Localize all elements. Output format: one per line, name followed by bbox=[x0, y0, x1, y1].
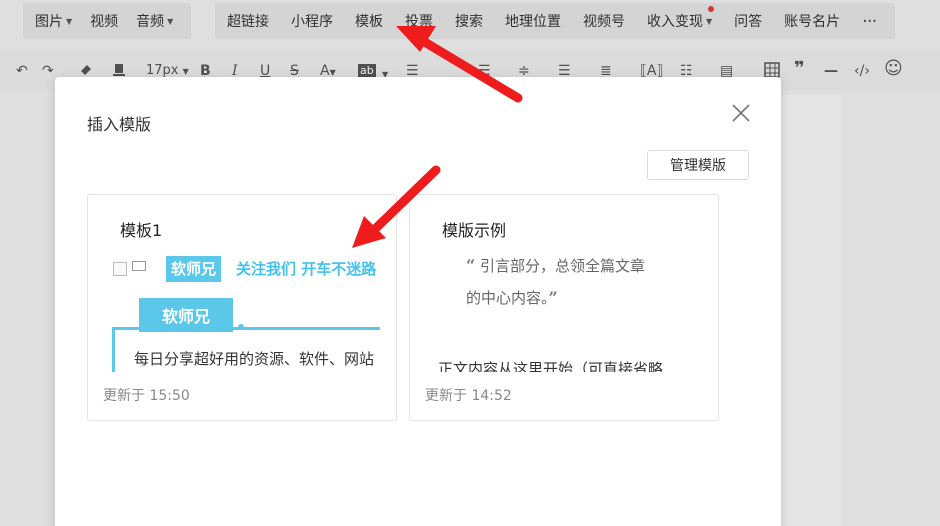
quote-line-1: “ 引言部分，总领全篇文章 bbox=[466, 250, 702, 282]
preview-badge-2: 软师兄 bbox=[139, 298, 233, 332]
dialog-title: 插入模版 bbox=[87, 115, 152, 134]
preview-badge: 软师兄 bbox=[166, 256, 222, 282]
close-button[interactable] bbox=[729, 101, 753, 125]
open-quote-icon: “ bbox=[466, 256, 476, 275]
template-preview: “ 引言部分，总领全篇文章 的中心内容。” 正文内容从这里开始（可直接省略 bbox=[410, 250, 702, 372]
preview-quote: “ 引言部分，总领全篇文章 的中心内容。” bbox=[466, 250, 702, 314]
quote-line-2: 的中心内容。” bbox=[466, 282, 702, 314]
preview-follow-text: 关注我们 开车不迷路 bbox=[236, 260, 377, 278]
quote-text-2: 的中心内容。 bbox=[466, 289, 549, 307]
close-icon bbox=[732, 104, 750, 122]
broken-image-icon bbox=[113, 262, 127, 276]
broken-image-icon bbox=[132, 261, 146, 271]
template-card-2[interactable]: 模版示例 “ 引言部分，总领全篇文章 的中心内容。” 正文内容从这里开始（可直接… bbox=[409, 194, 719, 421]
insert-template-dialog: 插入模版 管理模版 模板1 软师兄 关注我们 开车不迷路 软师兄 每日分享超好用… bbox=[55, 77, 781, 526]
preview-desc: 每日分享超好用的资源、软件、网站 bbox=[134, 350, 375, 368]
manage-templates-button[interactable]: 管理模版 bbox=[647, 150, 749, 180]
quote-text-1: 引言部分，总领全篇文章 bbox=[479, 257, 645, 275]
template-name: 模版示例 bbox=[442, 221, 507, 240]
close-quote-icon: ” bbox=[548, 288, 558, 307]
preview-rule bbox=[112, 327, 115, 372]
preview-body: 正文内容从这里开始（可直接省略 bbox=[438, 360, 664, 372]
template-name: 模板1 bbox=[120, 221, 163, 240]
preview-dot bbox=[238, 324, 244, 330]
template-preview: 软师兄 关注我们 开车不迷路 软师兄 每日分享超好用的资源、软件、网站 bbox=[88, 250, 380, 372]
template-card-1[interactable]: 模板1 软师兄 关注我们 开车不迷路 软师兄 每日分享超好用的资源、软件、网站 … bbox=[87, 194, 397, 421]
template-updated-time: 更新于 15:50 bbox=[103, 388, 190, 404]
template-updated-time: 更新于 14:52 bbox=[425, 388, 512, 404]
